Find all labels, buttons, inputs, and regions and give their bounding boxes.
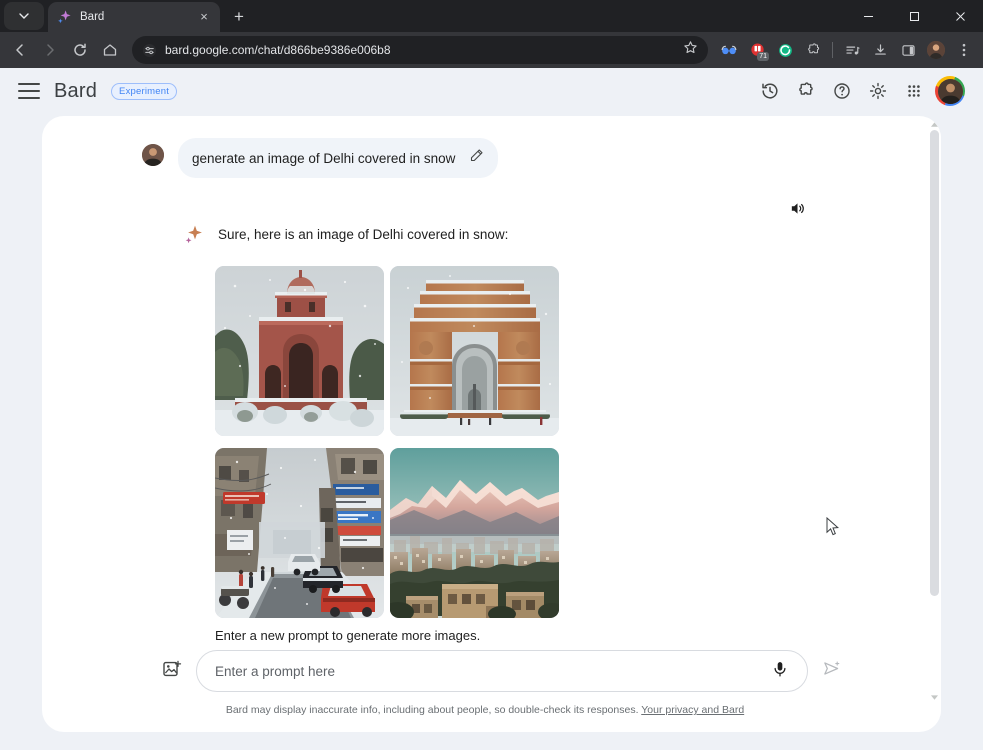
tab-strip: Bard × + — [0, 0, 983, 32]
conversation-card: generate an image of Delhi covered in sn… — [42, 116, 941, 732]
green-circle-extension-icon[interactable] — [772, 37, 798, 63]
mouse-cursor — [826, 516, 840, 537]
generated-image-4[interactable] — [390, 448, 559, 618]
vertical-scrollbar[interactable] — [928, 116, 941, 732]
site-settings-icon[interactable] — [142, 43, 157, 58]
privacy-link[interactable]: Your privacy and Bard — [641, 704, 744, 716]
scrollbar-thumb[interactable] — [930, 130, 939, 596]
bard-sparkle-icon — [182, 224, 204, 246]
extension-badge-count: 71 — [757, 52, 769, 61]
grid-caption: Enter a new prompt to generate more imag… — [215, 628, 481, 643]
back-icon[interactable] — [6, 36, 34, 64]
disclaimer: Bard may display inaccurate info, includ… — [42, 704, 928, 716]
bard-response-row: Sure, here is an image of Delhi covered … — [42, 225, 928, 246]
app-header: Bard Experiment — [0, 68, 983, 114]
profile-avatar-icon[interactable] — [923, 37, 949, 63]
bookmark-star-icon[interactable] — [683, 40, 698, 60]
account-avatar[interactable] — [935, 76, 965, 106]
url-text: bard.google.com/chat/d866be9386e006b8 — [165, 43, 391, 57]
glasses-extension-icon[interactable] — [716, 37, 742, 63]
generated-image-1[interactable] — [215, 266, 384, 436]
generated-image-3[interactable] — [215, 448, 384, 618]
tab-close-icon[interactable]: × — [196, 9, 212, 25]
google-apps-icon[interactable] — [899, 76, 929, 106]
user-prompt-text: generate an image of Delhi covered in sn… — [192, 150, 456, 166]
conversation-scroll-area: generate an image of Delhi covered in sn… — [42, 116, 928, 732]
home-icon[interactable] — [96, 36, 124, 64]
window-minimize-button[interactable] — [845, 0, 891, 32]
user-prompt-bubble: generate an image of Delhi covered in sn… — [178, 138, 499, 178]
prompt-input-container[interactable] — [196, 650, 808, 692]
generated-image-2[interactable] — [390, 266, 559, 436]
pencil-edit-icon[interactable] — [469, 148, 484, 168]
forward-icon[interactable] — [36, 36, 64, 64]
address-bar[interactable]: bard.google.com/chat/d866be9386e006b8 — [132, 36, 708, 64]
browser-tab[interactable]: Bard × — [48, 2, 220, 32]
browser-toolbar: bard.google.com/chat/d866be9386e006b8 71 — [0, 32, 983, 68]
extensions-row: 71 — [716, 37, 977, 63]
hamburger-menu-icon[interactable] — [18, 83, 40, 99]
listen-row — [42, 200, 928, 217]
composer-row — [42, 650, 928, 692]
downloads-icon[interactable] — [867, 37, 893, 63]
window-controls — [845, 0, 983, 32]
scroll-down-arrow-icon[interactable] — [928, 691, 941, 704]
tab-search-button[interactable] — [4, 2, 44, 30]
new-tab-button[interactable]: + — [226, 4, 252, 30]
toolbar-divider — [832, 42, 833, 58]
add-image-icon[interactable] — [162, 659, 182, 684]
header-icon-group — [755, 76, 965, 106]
browser-window: Bard × + bard.google.com/chat/d866be9386… — [0, 0, 983, 750]
bard-response-text: Sure, here is an image of Delhi covered … — [218, 227, 509, 242]
window-close-button[interactable] — [937, 0, 983, 32]
help-icon[interactable] — [827, 76, 857, 106]
disclaimer-text: Bard may display inaccurate info, includ… — [225, 704, 639, 716]
side-panel-icon[interactable] — [895, 37, 921, 63]
activity-history-icon[interactable] — [755, 76, 785, 106]
user-avatar — [142, 144, 164, 166]
puzzle-extensions-icon[interactable] — [800, 37, 826, 63]
chrome-menu-icon[interactable] — [951, 37, 977, 63]
app-title: Bard — [54, 79, 98, 102]
reload-icon[interactable] — [66, 36, 94, 64]
microphone-icon[interactable] — [771, 660, 789, 683]
reading-list-icon[interactable] — [839, 37, 865, 63]
listen-speaker-icon[interactable] — [789, 200, 806, 217]
bard-sparkle-icon — [56, 9, 72, 25]
tab-title: Bard — [80, 11, 105, 23]
generated-image-grid — [215, 266, 559, 618]
extensions-icon[interactable] — [791, 76, 821, 106]
send-icon[interactable] — [822, 659, 841, 683]
experiment-badge: Experiment — [111, 82, 178, 100]
window-maximize-button[interactable] — [891, 0, 937, 32]
settings-icon[interactable] — [863, 76, 893, 106]
prompt-input[interactable] — [215, 663, 761, 679]
red-tab-counter-extension-icon[interactable]: 71 — [744, 37, 770, 63]
avatar-image — [937, 78, 963, 104]
conversation: generate an image of Delhi covered in sn… — [42, 116, 928, 643]
user-message-row: generate an image of Delhi covered in sn… — [42, 138, 928, 178]
bard-page: Bard Experiment generate an image of Del… — [0, 68, 983, 750]
